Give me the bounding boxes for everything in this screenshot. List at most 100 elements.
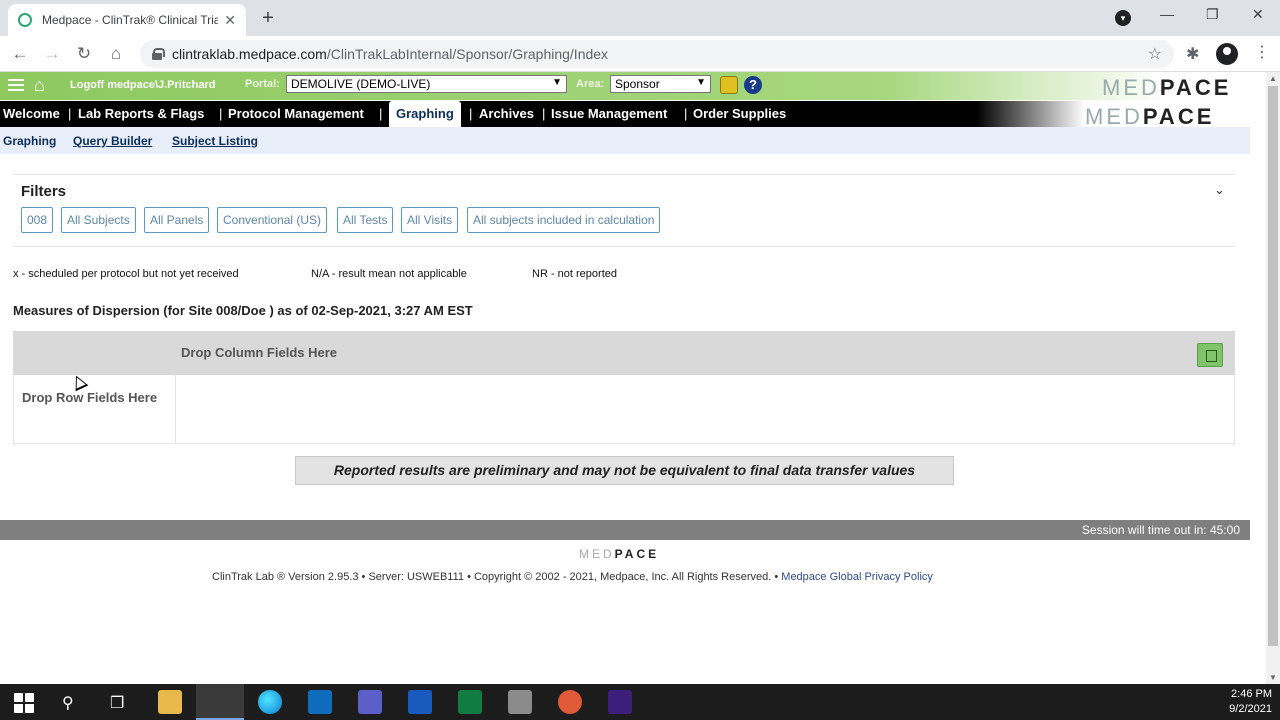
export-excel-button[interactable] xyxy=(1197,343,1223,367)
filter-visits-chip[interactable]: All Visits xyxy=(401,207,459,233)
main-nav: Welcome | Lab Reports & Flags | Protocol… xyxy=(0,101,1085,127)
forward-icon[interactable]: → xyxy=(42,44,62,64)
excel-icon[interactable] xyxy=(458,690,482,714)
filter-units-chip[interactable]: Conventional (US) xyxy=(217,207,328,233)
minimize-button[interactable]: — xyxy=(1160,6,1174,22)
medpace-logo: MEDPACE xyxy=(1102,75,1232,100)
tab-title: Medpace - ClinTrak® Clinical Tria xyxy=(42,13,218,27)
page-scrollbar[interactable]: ▲ ▼ xyxy=(1266,72,1280,684)
profile-avatar-icon[interactable] xyxy=(1216,43,1238,65)
filters-title: Filters xyxy=(21,183,67,200)
filter-site-chip[interactable]: 008 xyxy=(21,207,54,233)
home-icon[interactable]: ⌂ xyxy=(34,75,45,96)
legend-not-received: x - scheduled per protocol but not yet r… xyxy=(13,268,239,280)
disclaimer-banner: Reported results are preliminary and may… xyxy=(295,456,954,485)
edge-icon[interactable] xyxy=(258,690,282,714)
filter-subjects-chip[interactable]: All Subjects xyxy=(61,207,136,233)
sub-nav: Graphing Query Builder Subject Listing xyxy=(0,127,1250,154)
search-icon[interactable]: ⚲ xyxy=(62,693,74,713)
snipping-tool-icon[interactable] xyxy=(558,690,582,714)
chevron-down-icon: ▼ xyxy=(696,77,706,88)
active-app-indicator xyxy=(196,684,244,720)
nav-welcome[interactable]: Welcome xyxy=(3,101,60,127)
app-header: ⌂ Logoff medpace\J.Pritchard Portal: DEM… xyxy=(0,72,1266,100)
scroll-down-icon[interactable]: ▼ xyxy=(1269,673,1277,682)
footer: ClinTrak Lab ® Version 2.95.3 • Server: … xyxy=(212,571,933,583)
close-window-button[interactable]: ✕ xyxy=(1252,6,1264,23)
pivot-column-header: Drop Column Fields Here xyxy=(13,331,1235,375)
subnav-graphing[interactable]: Graphing xyxy=(3,134,56,148)
filter-panels-chip[interactable]: All Panels xyxy=(144,207,210,233)
scrollbar-thumb[interactable] xyxy=(1268,86,1278,646)
pivot-body: Drop Row Fields Here xyxy=(13,375,1235,444)
subnav-query-builder[interactable]: Query Builder xyxy=(73,134,152,148)
logoff-link[interactable]: Logoff medpace\J.Pritchard xyxy=(70,79,215,91)
session-timeout-text: Session will time out in: 45:00 xyxy=(1081,523,1240,537)
nav-separator: | xyxy=(379,106,383,121)
reload-icon[interactable]: ↻ xyxy=(74,44,94,64)
nav-order-supplies[interactable]: Order Supplies xyxy=(693,101,786,127)
tab-close-icon[interactable]: ✕ xyxy=(224,12,236,29)
nav-separator: | xyxy=(469,106,473,121)
area-label: Area: xyxy=(576,78,605,90)
hamburger-menu-icon[interactable] xyxy=(8,79,24,91)
nav-separator: | xyxy=(684,106,688,121)
filter-calculation-chip[interactable]: All subjects included in calculation xyxy=(467,207,661,233)
drop-column-area[interactable]: Drop Column Fields Here xyxy=(181,345,337,360)
home-icon[interactable]: ⌂ xyxy=(106,44,126,64)
privacy-policy-link[interactable]: Medpace Global Privacy Policy xyxy=(781,571,933,583)
browser-tab[interactable]: Medpace - ClinTrak® Clinical Tria ✕ xyxy=(8,4,246,36)
drop-row-area[interactable]: Drop Row Fields Here xyxy=(22,390,157,405)
portal-select[interactable]: DEMOLIVE (DEMO-LIVE) ▼ xyxy=(286,75,567,93)
browser-toolbar: ← → ↻ ⌂ clintraklab.medpace.com/ClinTrak… xyxy=(0,36,1280,72)
portal-label: Portal: xyxy=(245,78,280,90)
browser-tab-strip: Medpace - ClinTrak® Clinical Tria ✕ + ▾ … xyxy=(0,0,1280,36)
nav-graphing[interactable]: Graphing xyxy=(389,101,461,127)
outlook-icon[interactable] xyxy=(308,690,332,714)
measures-title: Measures of Dispersion (for Site 008/Doe… xyxy=(13,303,473,318)
restore-button[interactable]: ❐ xyxy=(1206,6,1219,23)
subnav-subject-listing[interactable]: Subject Listing xyxy=(172,134,258,148)
chevron-down-icon: ▼ xyxy=(552,77,562,88)
scroll-up-icon[interactable]: ▲ xyxy=(1269,74,1277,83)
nav-separator: | xyxy=(542,106,546,121)
nav-separator: | xyxy=(68,106,72,121)
system-clock[interactable]: 2:46 PM 9/2/2021 xyxy=(1229,687,1272,717)
lock-icon[interactable] xyxy=(152,48,165,60)
address-bar[interactable]: clintraklab.medpace.com/ClinTrakLabInter… xyxy=(140,40,1174,68)
nav-issue-management[interactable]: Issue Management xyxy=(551,101,667,127)
nav-separator: | xyxy=(219,106,223,121)
bookmark-star-icon[interactable]: ☆ xyxy=(1148,44,1162,64)
help-icon[interactable]: ? xyxy=(744,76,762,94)
extensions-icon[interactable]: ✱ xyxy=(1186,44,1199,64)
footer-text: ClinTrak Lab ® Version 2.95.3 • Server: … xyxy=(212,571,782,583)
amazon-music-icon[interactable] xyxy=(608,690,632,714)
calculator-icon[interactable] xyxy=(508,690,532,714)
teams-icon[interactable] xyxy=(358,690,382,714)
nav-archives[interactable]: Archives xyxy=(479,101,534,127)
new-tab-button[interactable]: + xyxy=(256,7,280,31)
legend-not-applicable: N/A - result mean not applicable xyxy=(311,268,467,280)
filter-tests-chip[interactable]: All Tests xyxy=(337,207,394,233)
divider xyxy=(13,174,1235,175)
area-select[interactable]: Sponsor ▼ xyxy=(610,75,711,93)
divider xyxy=(13,246,1235,247)
filters-collapse-icon[interactable]: ⌄ xyxy=(1214,182,1225,198)
back-icon[interactable]: ← xyxy=(10,44,30,64)
windows-taskbar: ⚲ ❐ xyxy=(0,684,1280,720)
url-text: clintraklab.medpace.com/ClinTrakLabInter… xyxy=(172,46,609,62)
start-menu-icon[interactable] xyxy=(12,690,36,714)
nav-lab-reports[interactable]: Lab Reports & Flags xyxy=(78,101,204,127)
clock-date: 9/2/2021 xyxy=(1229,703,1272,715)
clock-time: 2:46 PM xyxy=(1231,688,1272,700)
site-favicon-icon xyxy=(18,13,32,27)
session-bar: Session will time out in: 45:00 xyxy=(0,520,1250,540)
tab-search-icon[interactable]: ▾ xyxy=(1115,10,1131,26)
report-issue-icon[interactable] xyxy=(720,76,738,94)
file-explorer-icon[interactable] xyxy=(158,690,182,714)
word-icon[interactable] xyxy=(408,690,432,714)
task-view-icon[interactable]: ❐ xyxy=(110,693,124,713)
browser-menu-icon[interactable]: ⋮ xyxy=(1254,42,1270,62)
nav-protocol-management[interactable]: Protocol Management xyxy=(228,101,364,127)
footer-logo: MEDPACE xyxy=(579,547,660,561)
